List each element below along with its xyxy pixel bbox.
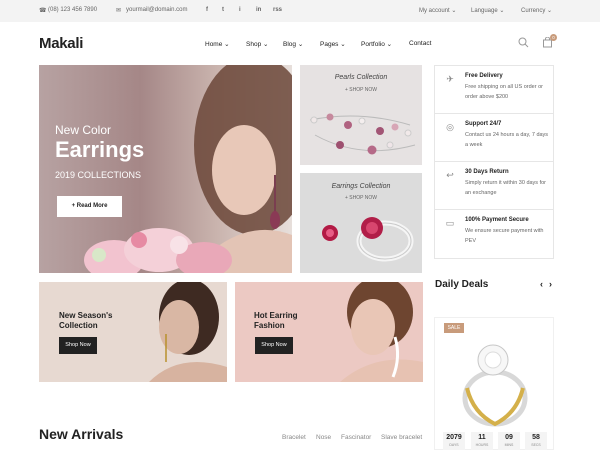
hot-shop-now-button[interactable]: Shop Now — [255, 337, 293, 354]
mail-icon: ✉ — [116, 8, 122, 14]
tab-slave-bracelet[interactable]: Slave bracelet — [381, 434, 422, 441]
daily-deal-card[interactable] — [434, 317, 554, 450]
feature-title: Free Delivery — [465, 73, 503, 79]
top-bar: ☎ (08) 123 456 7890 ✉ yourmail@domain.co… — [0, 0, 600, 22]
countdown-label: DAYS — [449, 443, 459, 447]
instagram-icon[interactable]: i — [239, 7, 241, 13]
countdown-label: SECS — [531, 443, 541, 447]
countdown-label: HOURS — [475, 443, 489, 447]
new-season-banner[interactable]: New Season's Collection Shop Now — [39, 282, 227, 382]
phone-icon: ☎ — [39, 8, 47, 14]
plane-icon: ✈ — [446, 74, 454, 84]
rss-icon[interactable]: rss — [273, 7, 282, 13]
feature-desc: Simply return it within 30 days for an e… — [465, 180, 547, 196]
season-model-image — [149, 282, 227, 382]
hot-earring-model-image — [340, 282, 423, 382]
countdown-days: 2079 DAYS — [443, 432, 465, 450]
currency-menu[interactable]: Currency ⌄ — [521, 7, 552, 14]
tab-nose[interactable]: Nose — [316, 434, 331, 441]
facebook-icon[interactable]: f — [206, 7, 208, 13]
chevron-down-icon: ⌄ — [451, 8, 457, 14]
nav-portfolio[interactable]: Portfolio ⌄ — [361, 40, 392, 48]
next-arrow-icon[interactable]: › — [549, 279, 552, 289]
feature-returns: ↩ 30 Days Return Simply return it within… — [435, 162, 553, 210]
countdown-mins: 09 MINS — [498, 432, 520, 450]
sale-badge: SALE — [444, 323, 464, 333]
tab-fascinator[interactable]: Fascinator — [341, 434, 371, 441]
return-icon: ↩ — [446, 170, 454, 180]
my-account-menu[interactable]: My account ⌄ — [419, 7, 456, 14]
prev-arrow-icon[interactable]: ‹ — [540, 279, 543, 289]
season-title-line2: Collection — [59, 321, 98, 330]
hero-pretitle: New Color — [55, 123, 112, 137]
nav-home[interactable]: Home ⌄ — [205, 40, 230, 48]
nav-pages[interactable]: Pages ⌄ — [320, 40, 346, 48]
countdown-label: MINS — [504, 443, 514, 447]
phone-number: (08) 123 456 7890 — [48, 7, 98, 13]
nav-label: Pages — [320, 41, 339, 48]
hot-title-line1: Hot Earring — [254, 311, 298, 320]
features-panel: ✈ Free Delivery Free shipping on all US … — [434, 65, 554, 259]
nav-label: Shop — [246, 41, 262, 48]
countdown-secs: 58 SECS — [525, 432, 547, 450]
lifebuoy-icon: ◎ — [446, 122, 454, 132]
pearls-image — [309, 113, 416, 155]
chevron-down-icon: ⌄ — [547, 8, 553, 14]
linkedin-icon[interactable]: in — [256, 7, 261, 13]
daily-deals-title: Daily Deals — [435, 279, 489, 290]
hot-title-line2: Fashion — [254, 321, 285, 330]
language-label: Language — [471, 8, 498, 14]
countdown-value: 11 — [478, 434, 486, 441]
pearls-collection-banner[interactable]: Pearls Collection + SHOP NOW — [300, 65, 422, 165]
earrings-collection-banner[interactable]: Earrings Collection + SHOP NOW — [300, 173, 422, 273]
feature-free-delivery: ✈ Free Delivery Free shipping on all US … — [435, 66, 553, 114]
nav-label: Home — [205, 41, 223, 48]
hot-earring-banner[interactable]: Hot Earring Fashion Shop Now — [235, 282, 423, 382]
feature-payment: ▭ 100% Payment Secure We ensure secure p… — [435, 210, 553, 258]
countdown-value: 58 — [532, 434, 540, 441]
site-logo[interactable]: Makali — [39, 35, 83, 52]
card-icon: ▭ — [445, 218, 455, 228]
season-title-line1: New Season's — [59, 311, 113, 320]
read-more-button[interactable]: + Read More — [57, 196, 122, 217]
feature-title: 30 Days Return — [465, 169, 509, 175]
countdown-hours: 11 HOURS — [471, 432, 493, 450]
countdown-value: 2079 — [446, 434, 462, 441]
feature-desc: We ensure secure payment with PEV — [465, 228, 544, 244]
twitter-icon[interactable]: t — [222, 7, 224, 13]
nav-label: Portfolio — [361, 41, 385, 48]
countdown-value: 09 — [505, 434, 513, 441]
hero-title: Earrings — [55, 137, 145, 162]
email-address: yourmail@domain.com — [126, 7, 188, 13]
new-arrivals-title: New Arrivals — [39, 426, 124, 442]
nav-contact[interactable]: Contact — [409, 40, 431, 47]
feature-title: 100% Payment Secure — [465, 217, 529, 223]
season-title: New Season's Collection — [59, 311, 112, 331]
nav-blog[interactable]: Blog ⌄ — [283, 40, 303, 48]
hero-model-image — [84, 65, 292, 273]
feature-support: ◎ Support 24/7 Contact us 24 hours a day… — [435, 114, 553, 162]
chevron-down-icon: ⌄ — [499, 8, 505, 14]
ring-image — [322, 217, 414, 262]
nav-label: Blog — [283, 41, 297, 48]
hero-subtitle: 2019 COLLECTIONS — [55, 170, 142, 180]
my-account-label: My account — [419, 8, 450, 14]
main-header: Makali Home ⌄ Shop ⌄ Blog ⌄ Pages ⌄ Port… — [0, 22, 600, 64]
nav-shop[interactable]: Shop ⌄ — [246, 40, 268, 48]
deal-ring-image — [462, 344, 528, 427]
currency-label: Currency — [521, 8, 546, 14]
hero-banner[interactable]: New Color Earrings 2019 COLLECTIONS + Re… — [39, 65, 292, 273]
season-shop-now-button[interactable]: Shop Now — [59, 337, 97, 354]
search-icon[interactable] — [518, 37, 529, 51]
hot-earring-title: Hot Earring Fashion — [254, 311, 298, 331]
tab-bracelet[interactable]: Bracelet — [282, 434, 306, 441]
cart-count-badge: 0 — [550, 34, 557, 41]
feature-title: Support 24/7 — [465, 121, 502, 127]
feature-desc: Free shipping on all US order or order a… — [465, 84, 543, 100]
feature-desc: Contact us 24 hours a day, 7 days a week — [465, 132, 549, 148]
language-menu[interactable]: Language ⌄ — [471, 7, 504, 14]
